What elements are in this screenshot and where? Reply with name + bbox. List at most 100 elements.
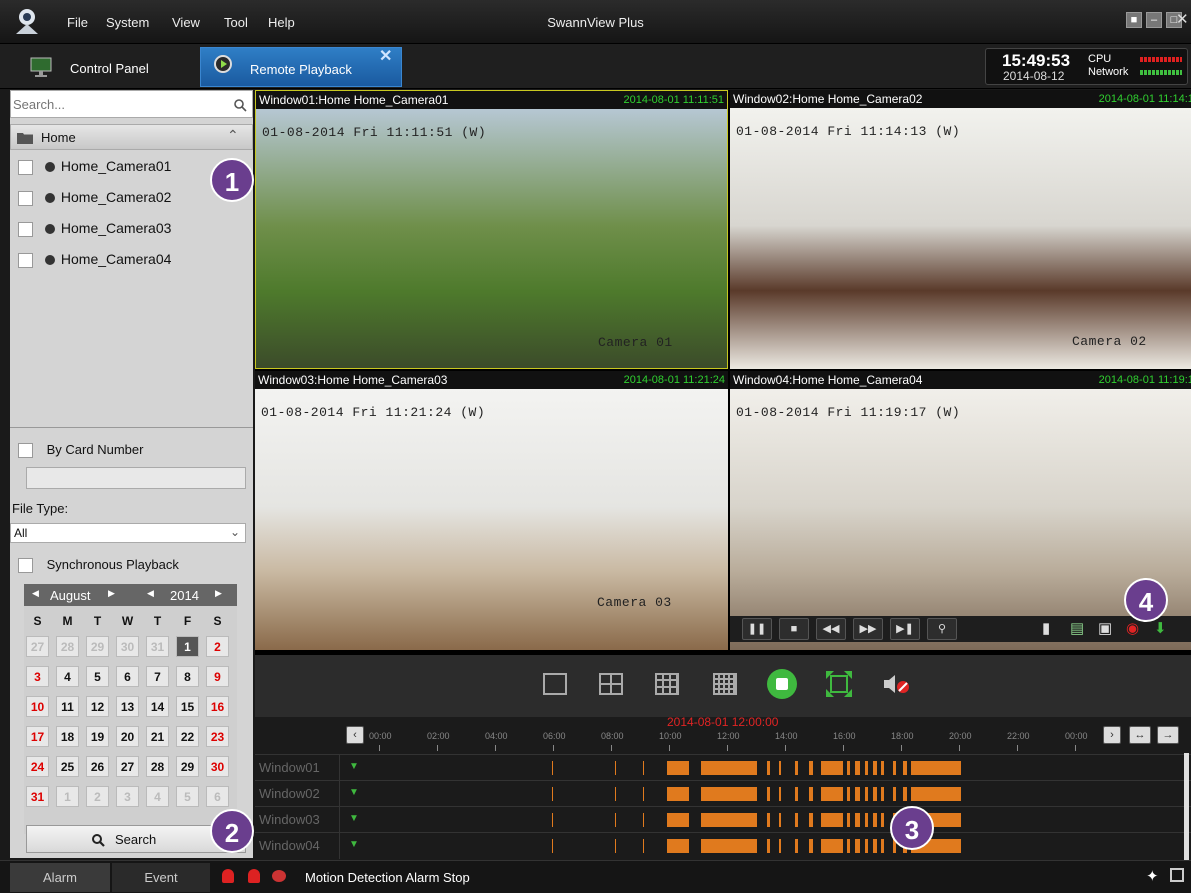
rewind-button[interactable]: ◀◀	[816, 618, 846, 640]
digital-zoom-button[interactable]: ⚲	[927, 618, 957, 640]
tab-event[interactable]: Event	[112, 863, 210, 892]
calendar-day[interactable]: 19	[86, 726, 109, 747]
calendar-day[interactable]: 10	[26, 696, 49, 717]
calendar-day[interactable]: 26	[86, 756, 109, 777]
calendar-day[interactable]: 29	[86, 636, 109, 657]
timeline-scrollbar[interactable]	[1184, 753, 1189, 860]
checkbox[interactable]	[18, 159, 33, 175]
layout-3x3-icon[interactable]	[655, 673, 679, 695]
calendar-day[interactable]: 9	[206, 666, 229, 687]
calendar-day[interactable]: 5	[86, 666, 109, 687]
audio-mute-icon[interactable]	[881, 671, 911, 697]
video-panel[interactable]: 2014-08-01 11:14:13 Window02:Home Home_Ca…	[730, 90, 1191, 369]
calendar-day[interactable]: 15	[176, 696, 199, 717]
stop-all-button[interactable]	[767, 669, 797, 699]
next-year-icon[interactable]: ▶	[215, 588, 222, 599]
calendar-day[interactable]: 12	[86, 696, 109, 717]
bookmark-icon[interactable]: ▮	[1042, 619, 1050, 637]
calendar-day[interactable]: 16	[206, 696, 229, 717]
snapshot-icon[interactable]: ▣	[1098, 619, 1112, 637]
row-dropdown-icon[interactable]: ▼	[349, 813, 359, 824]
calendar-day[interactable]: 2	[206, 636, 229, 657]
video-panel[interactable]: 2014-08-01 11:11:51 Window01:Home Home_Ca…	[255, 90, 728, 369]
camera-item[interactable]: Home_Camera04	[18, 251, 171, 273]
calendar-day[interactable]: 20	[116, 726, 139, 747]
calendar-day[interactable]: 2	[86, 786, 109, 807]
calendar-day[interactable]: 13	[116, 696, 139, 717]
calendar-day[interactable]: 14	[146, 696, 169, 717]
calendar-day[interactable]: 5	[176, 786, 199, 807]
camera-item[interactable]: Home_Camera02	[18, 189, 171, 211]
calendar-day[interactable]: 6	[116, 666, 139, 687]
close-button[interactable]: ✕	[1176, 12, 1191, 28]
calendar-day[interactable]: 27	[26, 636, 49, 657]
window-icon[interactable]	[1170, 868, 1184, 882]
calendar-day[interactable]: 11	[56, 696, 79, 717]
tab-alarm[interactable]: Alarm	[10, 863, 110, 892]
checkbox[interactable]	[18, 252, 33, 268]
lock-icon[interactable]: ■	[1126, 12, 1142, 28]
calendar-day[interactable]: 30	[206, 756, 229, 777]
calendar-day[interactable]: 28	[56, 636, 79, 657]
calendar-day[interactable]: 1	[56, 786, 79, 807]
calendar-day[interactable]: 8	[176, 666, 199, 687]
calendar-day[interactable]: 25	[56, 756, 79, 777]
prev-year-icon[interactable]: ◀	[147, 588, 154, 599]
checkbox[interactable]	[18, 443, 33, 459]
calendar-day[interactable]: 17	[26, 726, 49, 747]
checkbox[interactable]	[18, 190, 33, 206]
search-input[interactable]	[13, 95, 213, 113]
pin-icon[interactable]: ✦	[1146, 867, 1159, 885]
calendar-day[interactable]: 24	[26, 756, 49, 777]
tab-control-panel[interactable]: Control Panel	[12, 47, 198, 87]
card-number-field[interactable]	[26, 467, 246, 489]
calendar-day[interactable]: 7	[146, 666, 169, 687]
layout-2x2-icon[interactable]	[599, 673, 623, 695]
file-type-select[interactable]: All ⌄	[10, 523, 246, 543]
minimize-button[interactable]: –	[1146, 12, 1162, 28]
close-tab-icon[interactable]: ✕	[379, 46, 392, 66]
step-frame-button[interactable]: ▶❚	[890, 618, 920, 640]
calendar-day[interactable]: 29	[176, 756, 199, 777]
calendar-day[interactable]: 6	[206, 786, 229, 807]
calendar-day[interactable]: 3	[26, 666, 49, 687]
row-dropdown-icon[interactable]: ▼	[349, 761, 359, 772]
pause-button[interactable]: ❚❚	[742, 618, 772, 640]
row-dropdown-icon[interactable]: ▼	[349, 787, 359, 798]
calendar-day[interactable]: 21	[146, 726, 169, 747]
calendar-day[interactable]: 23	[206, 726, 229, 747]
tab-remote-playback[interactable]: Remote Playback ✕	[200, 47, 402, 87]
chevron-up-icon[interactable]: ⌃	[227, 127, 239, 144]
calendar-day[interactable]: 18	[56, 726, 79, 747]
by-card-number-option[interactable]: By Card Number	[18, 442, 143, 464]
calendar-day[interactable]: 27	[116, 756, 139, 777]
group-header-home[interactable]: Home ⌃	[10, 124, 253, 150]
calendar-day[interactable]: 22	[176, 726, 199, 747]
layout-1x1-icon[interactable]	[543, 673, 567, 695]
calendar-day[interactable]: 28	[146, 756, 169, 777]
download-icon[interactable]: ⬇	[1154, 619, 1167, 637]
row-dropdown-icon[interactable]: ▼	[349, 839, 359, 850]
checkbox[interactable]	[18, 221, 33, 237]
camera-item[interactable]: Home_Camera03	[18, 220, 171, 242]
fast-forward-button[interactable]: ▶▶	[853, 618, 883, 640]
calendar-day[interactable]: 3	[116, 786, 139, 807]
timeline-row[interactable]: Window01 ▼	[255, 754, 1191, 781]
calendar-day[interactable]: 4	[146, 786, 169, 807]
calendar-day[interactable]: 4	[56, 666, 79, 687]
video-panel[interactable]: 2014-08-01 11:19:17 Window04:Home Home_Ca…	[730, 371, 1191, 650]
search-icon[interactable]	[233, 98, 247, 112]
calendar-day[interactable]: 1	[176, 636, 199, 657]
stop-button[interactable]: ■	[779, 618, 809, 640]
fullscreen-icon[interactable]	[825, 670, 853, 698]
calendar-day[interactable]: 31	[146, 636, 169, 657]
timeline-row[interactable]: Window02 ▼	[255, 780, 1191, 807]
calendar-day[interactable]: 30	[116, 636, 139, 657]
layout-4x4-icon[interactable]	[713, 673, 737, 695]
timeline-row[interactable]: Window03 ▼	[255, 806, 1191, 833]
checkbox[interactable]	[18, 558, 33, 574]
next-month-icon[interactable]: ▶	[108, 588, 115, 599]
chart-icon[interactable]: ▤	[1070, 619, 1084, 637]
timeline-row[interactable]: Window04 ▼	[255, 832, 1191, 859]
calendar-day[interactable]: 31	[26, 786, 49, 807]
